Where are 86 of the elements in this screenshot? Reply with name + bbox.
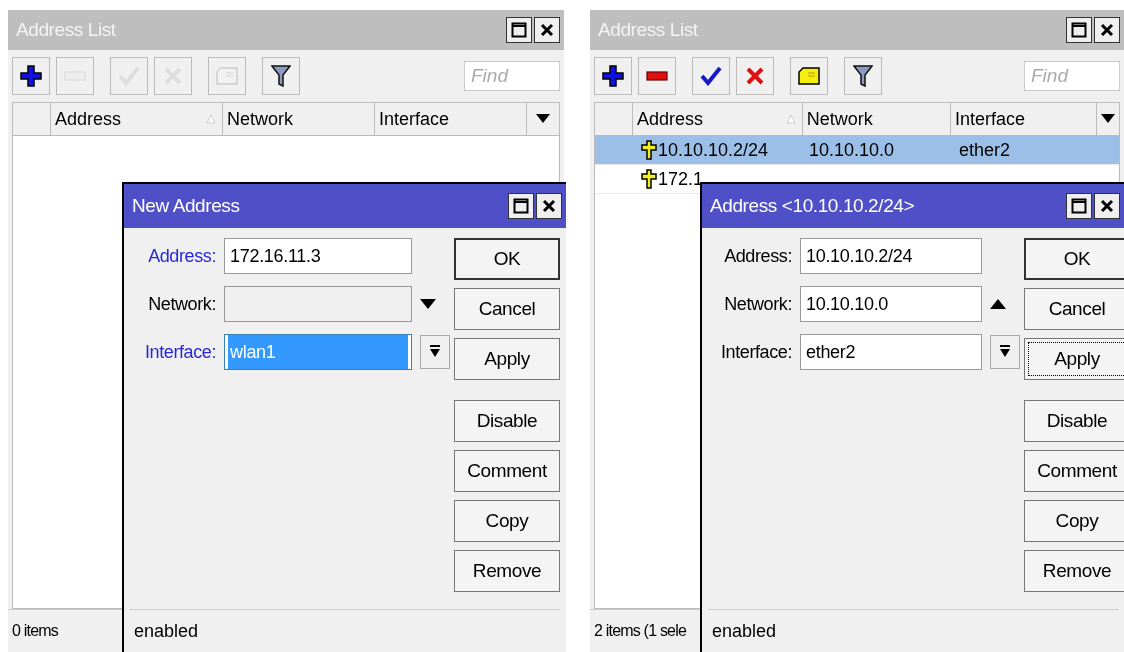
dialog-button[interactable]: Copy: [1024, 500, 1124, 542]
address-icon: [641, 169, 657, 189]
maximize-button[interactable]: [1066, 193, 1092, 219]
close-button[interactable]: [536, 193, 562, 219]
table-cell: 10.10.10.2/24: [658, 139, 769, 161]
input-field[interactable]: 172.16.11.3: [224, 238, 412, 274]
status-text: 2 items (1 sele: [594, 622, 687, 640]
maximize-icon: [1071, 198, 1087, 214]
caret-icon: [1101, 114, 1115, 124]
maximize-icon: [511, 22, 527, 38]
maximize-icon: [1071, 22, 1087, 38]
dialog-button[interactable]: Comment: [1024, 450, 1124, 492]
table-cell: ether2: [959, 139, 1011, 161]
status-text: enabled: [134, 620, 199, 642]
table-row[interactable]: 10.10.10.2/24 10.10.10.0 ether2: [595, 136, 1119, 165]
arrow-to-bar-icon: [429, 345, 441, 359]
dialog-button[interactable]: Remove: [1024, 550, 1124, 592]
field-label: Interface:: [719, 341, 792, 363]
column-header[interactable]: Address: [633, 103, 803, 135]
dialog-title: New Address: [132, 195, 240, 217]
caret-icon: [536, 114, 550, 124]
dialog-title: Address <10.10.10.2/24>: [710, 195, 915, 217]
sort-icon: [785, 114, 796, 124]
maximize-button[interactable]: [1066, 17, 1092, 43]
field-label: Address:: [723, 245, 792, 267]
maximize-button[interactable]: [506, 17, 532, 43]
filter-icon: [271, 64, 291, 88]
input-field[interactable]: 10.10.10.2/24: [800, 238, 982, 274]
find-field[interactable]: Find: [464, 61, 560, 91]
enable-button[interactable]: [692, 57, 730, 95]
dialog-button[interactable]: Apply: [1024, 338, 1124, 380]
maximize-icon: [513, 198, 529, 214]
add-button[interactable]: [12, 57, 50, 95]
plus-icon: [20, 65, 42, 87]
status-text: 0 items: [12, 622, 58, 640]
dialog-button[interactable]: Disable: [1024, 400, 1124, 442]
plus-icon: [602, 65, 624, 87]
filter-button[interactable]: [262, 57, 300, 95]
cross-icon: [745, 66, 765, 86]
minus-icon: [646, 71, 668, 81]
dialog-button[interactable]: Cancel: [454, 288, 560, 330]
dropdown-button[interactable]: [420, 335, 450, 369]
collapse-arrow-icon[interactable]: [990, 299, 1006, 309]
close-icon: [1100, 23, 1114, 37]
status-text: enabled: [712, 620, 777, 642]
dialog-button[interactable]: Copy: [454, 500, 560, 542]
close-button[interactable]: [1094, 17, 1120, 43]
dialog-button[interactable]: Cancel: [1024, 288, 1124, 330]
dialog-button[interactable]: Remove: [454, 550, 560, 592]
add-button[interactable]: [594, 57, 632, 95]
note-icon: [798, 67, 820, 85]
sort-icon: [206, 114, 216, 124]
column-header[interactable]: Network: [802, 103, 951, 135]
table-cell: 10.10.10.0: [809, 139, 895, 161]
dialog-button[interactable]: Disable: [454, 400, 560, 442]
field-label: Address:: [147, 245, 216, 267]
remove-button[interactable]: [638, 57, 676, 95]
checkmark-icon: [700, 66, 722, 86]
close-button[interactable]: [534, 17, 560, 43]
dialog-button[interactable]: Apply: [454, 338, 560, 380]
find-field[interactable]: Find: [1024, 61, 1120, 91]
column-header[interactable]: Network: [223, 103, 375, 135]
comment-button[interactable]: [790, 57, 828, 95]
filter-icon: [853, 64, 873, 88]
disable-button[interactable]: [736, 57, 774, 95]
note-icon: [216, 67, 238, 85]
dropdown-arrow-icon[interactable]: [420, 299, 436, 309]
close-icon: [540, 23, 554, 37]
dialog-button[interactable]: Comment: [454, 450, 560, 492]
close-icon: [1100, 199, 1114, 213]
address-icon: [641, 140, 657, 160]
input-field[interactable]: ether2: [800, 334, 982, 370]
dropdown-button[interactable]: [990, 335, 1020, 369]
arrow-to-bar-icon: [999, 345, 1011, 359]
maximize-button[interactable]: [508, 193, 534, 219]
input-field[interactable]: 10.10.10.0: [800, 286, 982, 322]
dialog-button[interactable]: OK: [1024, 238, 1124, 280]
dialog-button[interactable]: OK: [454, 238, 560, 280]
close-icon: [542, 199, 556, 213]
field-label: Network:: [723, 293, 792, 315]
table-cell: 172.1: [658, 168, 704, 190]
field-label: Interface:: [143, 341, 216, 363]
close-button[interactable]: [1094, 193, 1120, 219]
field-label: Network:: [147, 293, 216, 315]
column-header[interactable]: Address: [51, 103, 223, 135]
filter-button[interactable]: [844, 57, 882, 95]
